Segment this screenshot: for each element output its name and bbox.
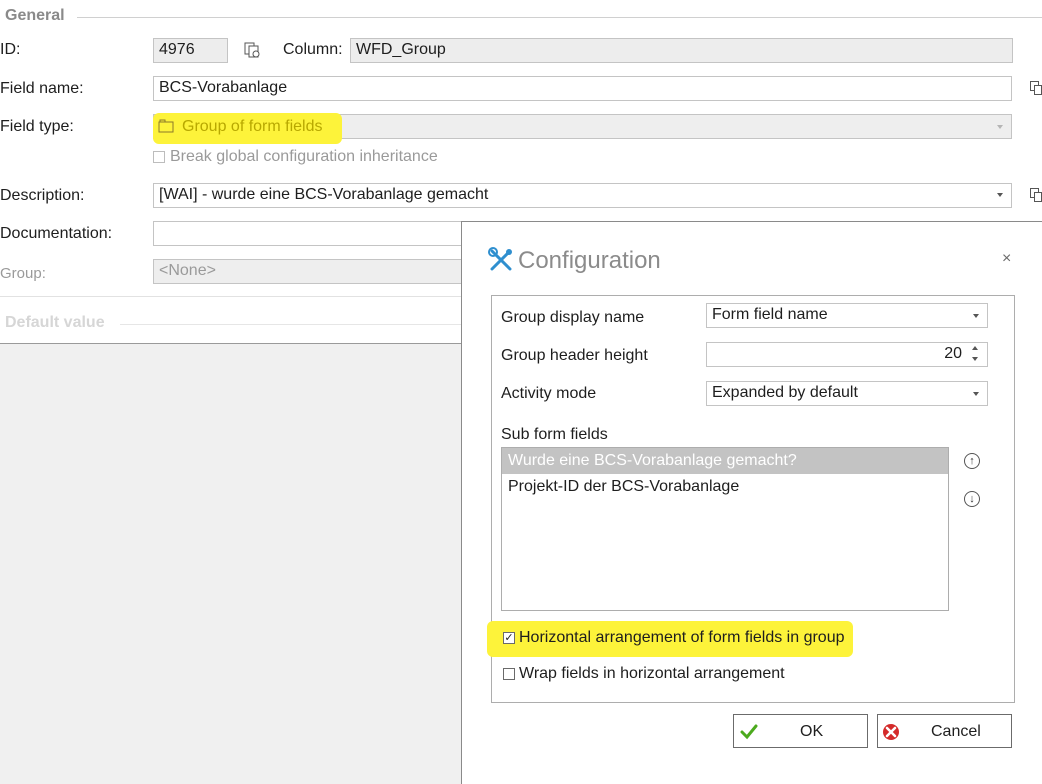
group-header-height-label: Group header height xyxy=(501,347,648,364)
field-name-label: Field name: xyxy=(0,80,84,97)
wrap-fields-label: Wrap fields in horizontal arrangement xyxy=(519,665,785,682)
configuration-dialog: Configuration × Group display name Form … xyxy=(461,221,1042,784)
horizontal-arrangement-label: Horizontal arrangement of form fields in… xyxy=(519,629,845,646)
horizontal-arrangement-checkbox[interactable]: ✓ xyxy=(503,632,515,644)
field-name-input[interactable]: BCS-Vorabanlage xyxy=(153,76,1012,101)
id-label: ID: xyxy=(0,41,21,58)
group-label: Group: xyxy=(0,265,46,282)
list-item[interactable]: Projekt-ID der BCS-Vorabanlage xyxy=(502,474,948,500)
group-folder-icon xyxy=(158,119,174,133)
description-label: Description: xyxy=(0,187,85,204)
move-down-icon[interactable]: ↓ xyxy=(964,491,980,507)
close-icon[interactable]: × xyxy=(1002,250,1011,268)
column-label: Column: xyxy=(283,41,343,58)
ok-label: OK xyxy=(800,723,824,740)
section-divider xyxy=(0,343,462,344)
chevron-down-icon[interactable] xyxy=(997,193,1003,197)
activity-mode-label: Activity mode xyxy=(501,385,597,402)
section-title-default-value: Default value xyxy=(5,314,105,331)
documentation-input[interactable] xyxy=(153,221,463,246)
chevron-down-icon[interactable] xyxy=(973,314,979,318)
configuration-panel: Group display name Form field name Group… xyxy=(487,295,1015,703)
translate-icon[interactable] xyxy=(1030,188,1042,202)
translate-icon[interactable] xyxy=(1030,81,1042,95)
break-inheritance-checkbox[interactable] xyxy=(153,151,165,163)
section-divider xyxy=(77,17,1042,18)
dialog-title: Configuration xyxy=(518,247,661,274)
cancel-button[interactable]: Cancel xyxy=(877,714,1012,748)
sub-form-fields-label: Sub form fields xyxy=(501,426,608,443)
activity-mode-select[interactable]: Expanded by default xyxy=(706,381,988,406)
group-header-height-input[interactable]: 20 xyxy=(706,342,988,367)
wrap-fields-checkbox[interactable] xyxy=(503,668,515,680)
tools-icon xyxy=(488,247,512,271)
break-inheritance-label: Break global configuration inheritance xyxy=(170,148,438,165)
group-select[interactable]: <None> xyxy=(153,259,463,284)
move-up-icon[interactable]: ↑ xyxy=(964,453,980,469)
section-divider xyxy=(120,324,462,325)
group-display-name-select[interactable]: Form field name xyxy=(706,303,988,328)
documentation-label: Documentation: xyxy=(0,225,113,242)
field-type-value: Group of form fields xyxy=(182,118,323,135)
column-field[interactable]: WFD_Group xyxy=(350,38,1013,63)
chevron-down-icon[interactable] xyxy=(973,392,979,396)
section-divider xyxy=(0,296,462,297)
field-type-label: Field type: xyxy=(0,118,74,135)
ok-button[interactable]: OK xyxy=(733,714,868,748)
spin-down-icon[interactable] xyxy=(972,357,978,361)
id-field[interactable]: 4976 xyxy=(153,38,228,63)
description-select[interactable]: [WAI] - wurde eine BCS-Vorabanlage gemac… xyxy=(153,183,1012,208)
chevron-down-icon[interactable] xyxy=(997,125,1003,129)
spin-up-icon[interactable] xyxy=(972,346,978,350)
cancel-label: Cancel xyxy=(931,723,981,740)
group-display-name-label: Group display name xyxy=(501,309,645,326)
copy-id-icon[interactable] xyxy=(243,41,261,59)
list-item[interactable]: Wurde eine BCS-Vorabanlage gemacht? xyxy=(502,448,948,474)
check-icon xyxy=(740,724,758,740)
section-title-general: General xyxy=(5,7,65,24)
sub-form-fields-list[interactable]: Wurde eine BCS-Vorabanlage gemacht? Proj… xyxy=(501,447,949,611)
cancel-x-icon xyxy=(883,724,899,740)
